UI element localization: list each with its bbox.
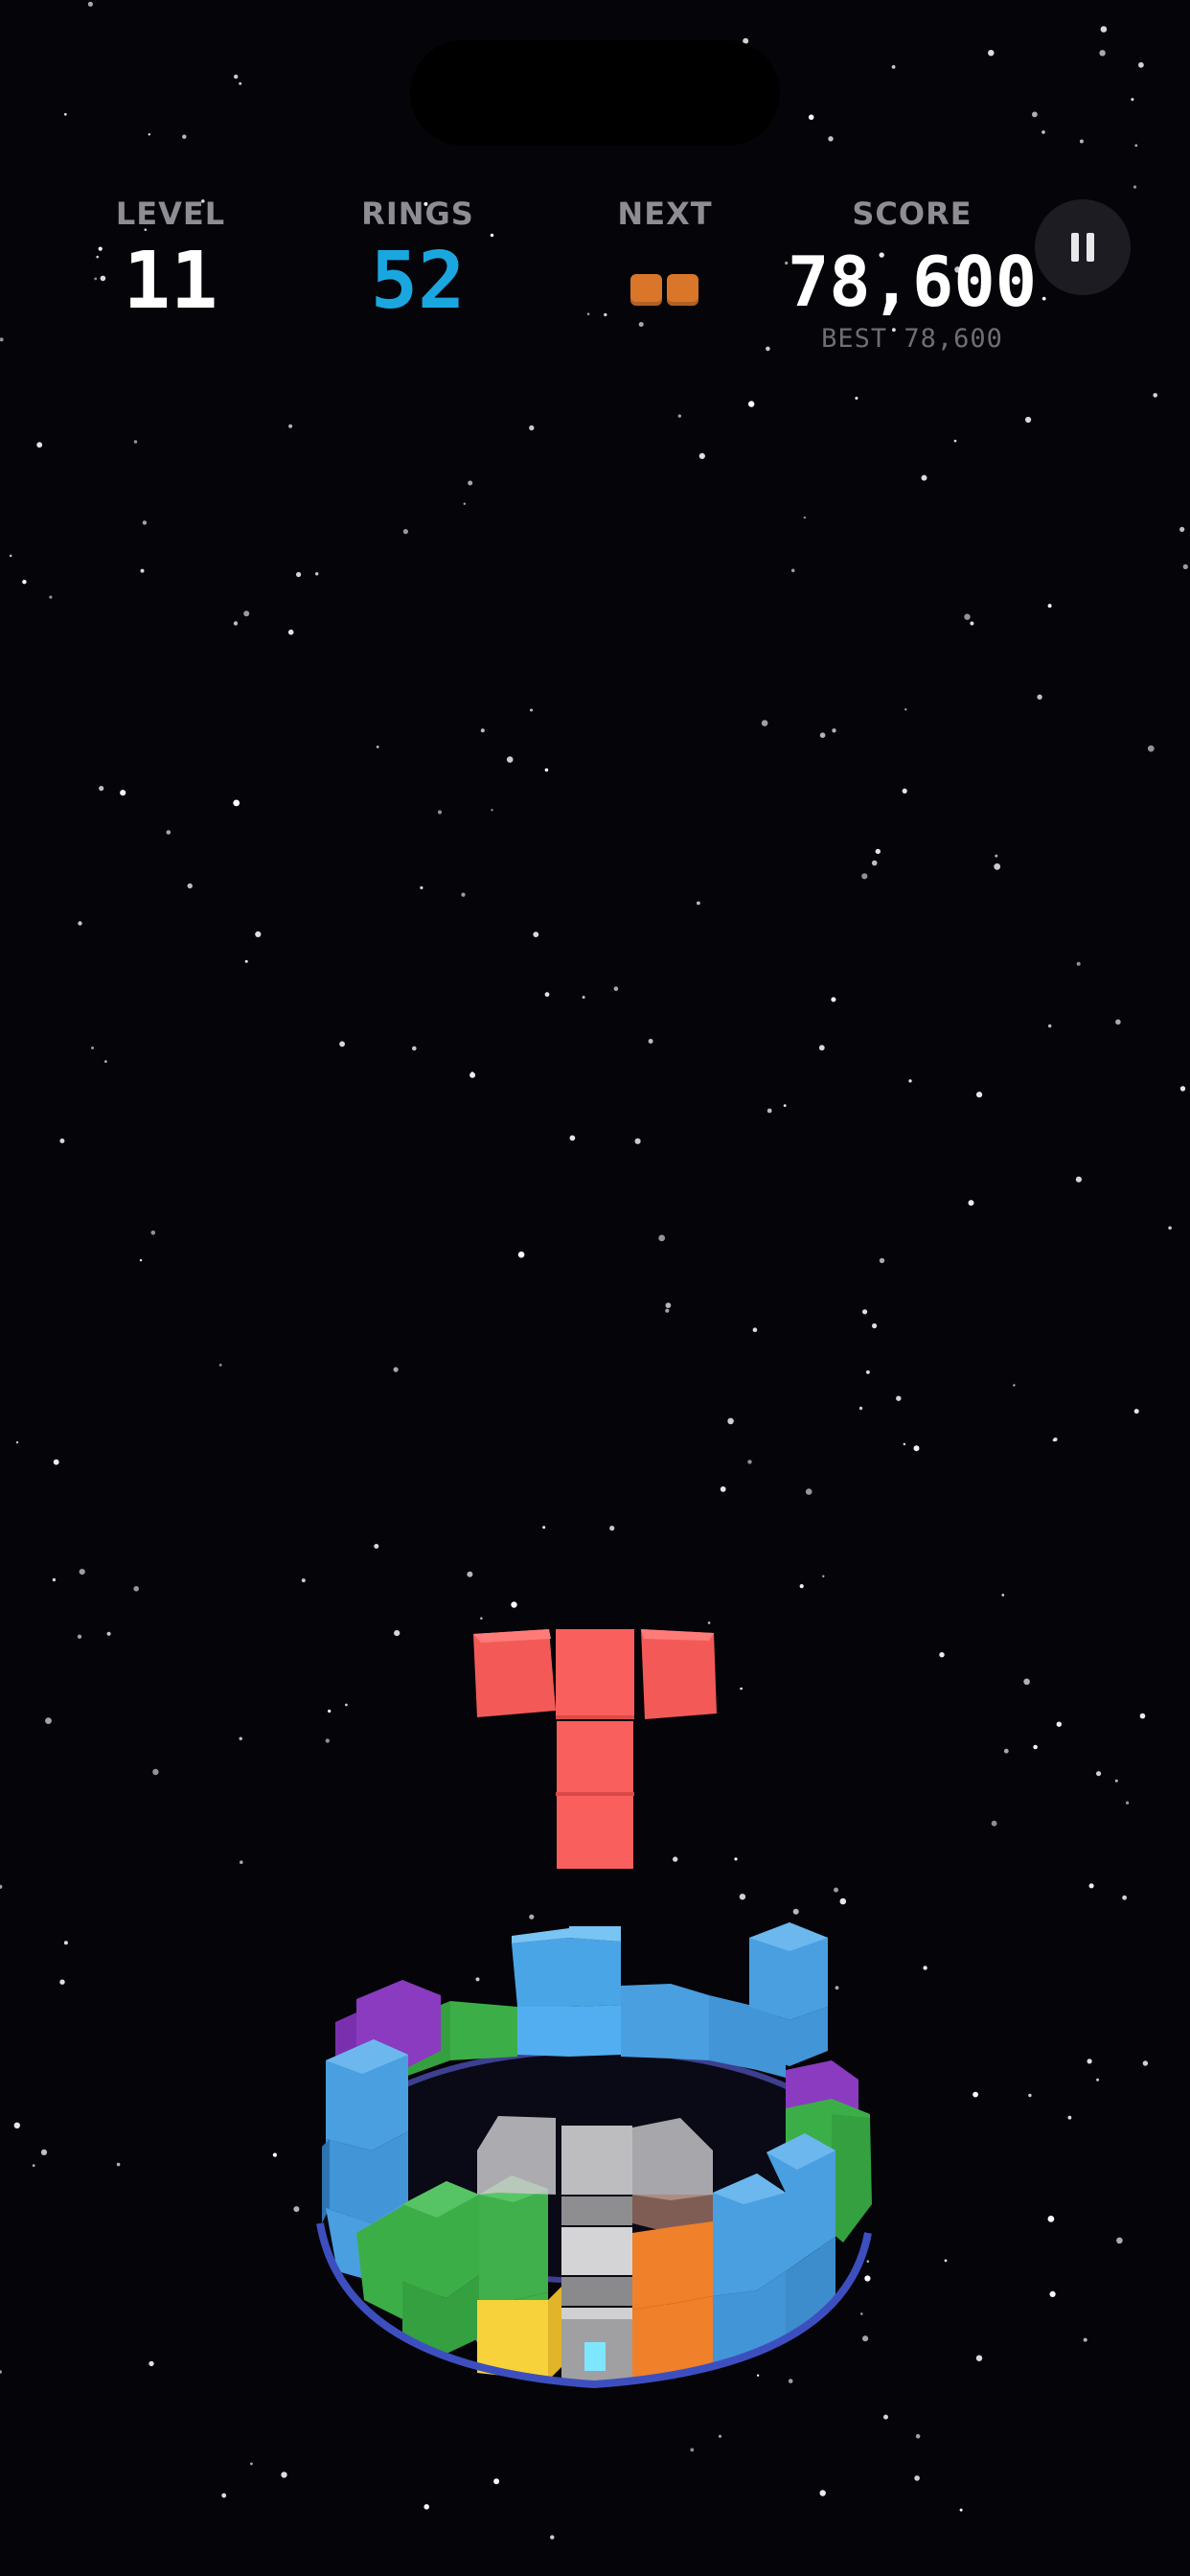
tower-ring	[316, 1922, 872, 2389]
falling-t-piece	[473, 1629, 717, 1869]
game-scene[interactable]	[0, 0, 1190, 2576]
